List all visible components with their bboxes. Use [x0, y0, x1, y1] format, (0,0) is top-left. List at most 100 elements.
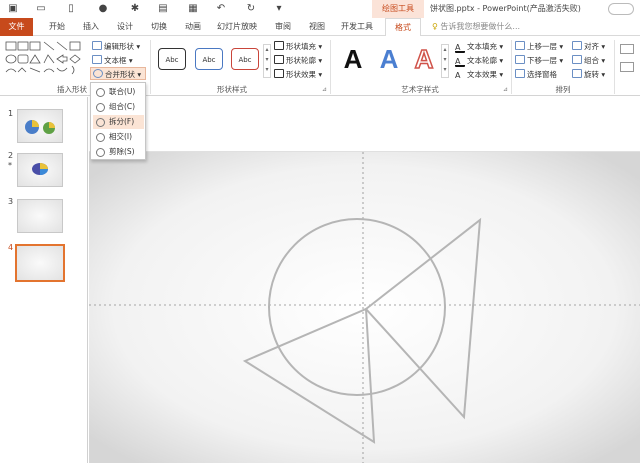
selection-pane-button[interactable]: 选择窗格 [515, 68, 557, 81]
slide-number: 4 [8, 243, 14, 252]
text-effects-button[interactable]: A 文本效果 ▾ [455, 68, 503, 81]
shape-styles-launcher-icon[interactable]: ⊿ [322, 86, 327, 93]
slide-number: 3 [8, 197, 14, 206]
group-icon [572, 55, 582, 64]
slide-thumbnail-3[interactable] [17, 199, 63, 233]
tab-format[interactable]: 格式 [385, 18, 421, 37]
wordart-styles-scroll[interactable]: ▴ ▾ ▾ [441, 44, 449, 78]
pie-chart-thumbnail-icon [25, 120, 55, 134]
print-icon[interactable]: ▦ [186, 2, 200, 15]
ribbon-divider [614, 40, 615, 94]
shape-freeform-icon [43, 54, 55, 64]
combine-icon [96, 103, 105, 112]
tell-me-placeholder: 告诉我您想要做什么... [440, 22, 521, 31]
group-button[interactable]: 组合 ▾ [572, 54, 605, 67]
text-box-button[interactable]: 文本框 ▾ [92, 54, 133, 67]
arrange-group-label: 排列 [555, 85, 571, 94]
lightbulb-icon: ♀ [432, 22, 438, 31]
slide-number: 1 [8, 109, 14, 118]
selection-pane-icon [515, 69, 525, 78]
shape-triangle-icon [29, 54, 41, 64]
tab-slideshow[interactable]: 幻灯片放映 [214, 18, 260, 36]
insert-shapes-group-label: 插入形状 [57, 85, 87, 94]
edit-shape-button[interactable]: 编辑形状 ▾ [92, 40, 140, 53]
menu-item-combine[interactable]: 组合(C) [93, 100, 144, 114]
customize-icon[interactable]: ✱ [128, 2, 142, 15]
merge-shapes-icon [93, 69, 103, 78]
shape-styles-group-label: 形状样式 [217, 85, 247, 94]
tab-insert[interactable]: 插入 [78, 18, 104, 36]
edit-shape-icon [92, 41, 102, 50]
shape-style-red[interactable]: Abc [231, 48, 259, 70]
text-outline-button[interactable]: A 文本轮廓 ▾ [455, 54, 503, 67]
ribbon-divider [150, 40, 151, 94]
align-icon [572, 41, 582, 50]
shape-roundrect-icon [17, 54, 29, 64]
shape-textbox-icon [17, 41, 29, 51]
send-backward-button[interactable]: 下移一层 ▾ [515, 54, 563, 67]
rotate-icon [572, 69, 582, 78]
wordart-launcher-icon[interactable]: ⊿ [503, 86, 508, 93]
shape-oval-icon [5, 54, 17, 64]
shape-effects-button[interactable]: 形状效果 ▾ [274, 68, 322, 81]
quick-access-more-icon[interactable]: ▾ [272, 2, 286, 15]
shape-outline-button[interactable]: 形状轮廓 ▾ [274, 54, 322, 67]
ribbon-divider [330, 40, 331, 94]
slide-number: 2 [8, 151, 14, 160]
tab-home[interactable]: 开始 [44, 18, 70, 36]
shape-diamond-icon [69, 54, 81, 64]
menu-item-union[interactable]: 联合(U) [93, 85, 144, 99]
text-box-icon [92, 55, 102, 64]
menu-item-intersect[interactable]: 相交(I) [93, 130, 144, 144]
size-width-icon[interactable] [620, 62, 634, 72]
window-title: 饼状图.pptx - PowerPoint(产品激活失败) [430, 4, 581, 13]
text-fill-button[interactable]: A 文本填充 ▾ [455, 40, 503, 53]
rotate-button[interactable]: 旋转 ▾ [572, 68, 605, 81]
effects-icon [274, 69, 284, 78]
merge-shapes-button[interactable]: 合并形状 ▾ [90, 67, 146, 80]
shape-line2-icon [56, 41, 68, 51]
bring-forward-button[interactable]: 上移一层 ▾ [515, 40, 563, 53]
undo-icon[interactable]: ↶ [214, 2, 228, 15]
subtract-icon [96, 148, 105, 157]
tab-animations[interactable]: 动画 [180, 18, 206, 36]
shape-styles-scroll[interactable]: ▴ ▾ ▾ [263, 44, 271, 78]
shape-fill-button[interactable]: 形状填充 ▾ [274, 40, 322, 53]
size-height-icon[interactable] [620, 44, 634, 54]
text-outline-icon: A [455, 58, 465, 67]
tab-view[interactable]: 视图 [304, 18, 330, 36]
tab-file[interactable]: 文件 [0, 18, 33, 36]
tab-transitions[interactable]: 切换 [146, 18, 172, 36]
shape-rect-icon [5, 41, 17, 51]
text-effects-icon: A [455, 71, 461, 80]
pie-chart-thumbnail-icon [32, 163, 48, 175]
tell-me-search[interactable]: ♀ 告诉我您想要做什么... [432, 18, 520, 36]
shape-arrow-icon [56, 54, 68, 64]
tab-developer[interactable]: 开发工具 [338, 18, 376, 36]
slide-thumbnail-1[interactable] [17, 109, 63, 143]
bring-forward-icon [515, 41, 525, 50]
menu-item-subtract[interactable]: 剪除(S) [93, 145, 144, 159]
open-folder-icon[interactable]: ▭ [34, 2, 48, 15]
wordart-style-black[interactable]: A [340, 44, 366, 74]
shape-style-blue[interactable]: Abc [195, 48, 223, 70]
wordart-style-blue[interactable]: A [376, 44, 402, 74]
slide-thumbnail-4-selected[interactable] [15, 244, 65, 282]
shape-connector-icon [29, 67, 41, 73]
wordart-style-red-outline[interactable]: A [411, 43, 437, 75]
account-icon[interactable] [608, 3, 634, 15]
shape-style-black[interactable]: Abc [158, 48, 186, 70]
new-file-icon[interactable]: ▯ [64, 2, 78, 15]
user-icon[interactable]: ● [96, 2, 110, 15]
slide-thumbnail-2[interactable] [17, 153, 63, 187]
redo-icon[interactable]: ↻ [244, 2, 258, 15]
align-button[interactable]: 对齐 ▾ [572, 40, 605, 53]
slide-top-margin [89, 97, 640, 152]
menu-item-fragment[interactable]: 拆分(F) [93, 115, 144, 129]
tab-review[interactable]: 审阅 [270, 18, 296, 36]
tab-design[interactable]: 设计 [112, 18, 138, 36]
shapes-gallery[interactable] [4, 40, 84, 80]
touch-mode-icon[interactable]: ▤ [156, 2, 170, 15]
save-icon[interactable]: ▣ [6, 2, 20, 15]
fragment-icon [96, 118, 105, 127]
